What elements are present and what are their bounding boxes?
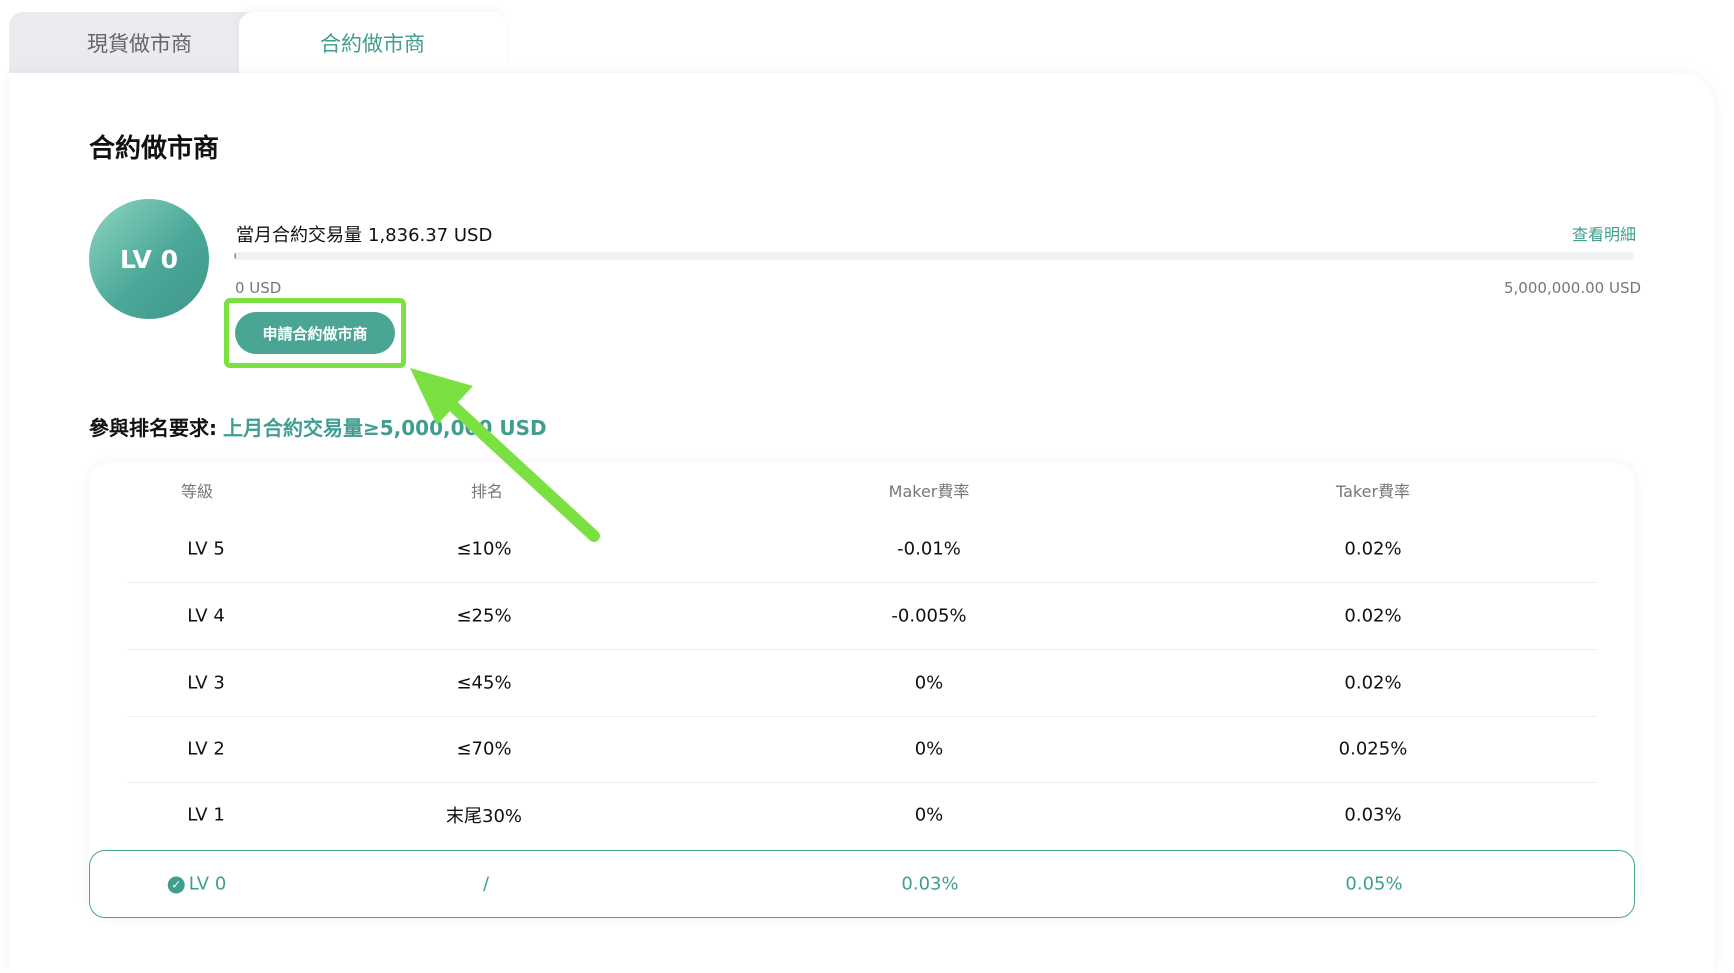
monthly-volume-label: 當月合約交易量 — [236, 225, 362, 246]
requirement-label: 參與排名要求: — [89, 416, 217, 440]
tab-contract-market-maker[interactable]: 合約做市商 — [239, 12, 506, 73]
cell-rank: ≤45% — [456, 672, 512, 694]
cell-level: LV 5 — [187, 538, 225, 560]
cell-maker: -0.01% — [897, 538, 961, 560]
volume-progress-bar — [234, 252, 1634, 260]
progress-min-label: 0 USD — [235, 279, 282, 297]
cell-maker: -0.005% — [891, 605, 967, 627]
monthly-volume-value: 1,836.37 USD — [368, 225, 493, 246]
cell-taker: 0.025% — [1338, 738, 1408, 760]
cell-level-current: ✓ LV 0 — [167, 873, 227, 895]
cell-level: LV 4 — [187, 605, 225, 627]
cell-rank: ≤70% — [456, 738, 512, 760]
cell-rank: / — [482, 873, 490, 895]
table-row: LV 1 末尾30% 0% 0.03% — [127, 782, 1597, 848]
progress-max-label: 5,000,000.00 USD — [1504, 279, 1642, 297]
cell-taker: 0.02% — [1344, 672, 1402, 694]
cell-taker: 0.02% — [1344, 605, 1402, 627]
header-maker-fee: Maker費率 — [888, 482, 970, 501]
tab-bar: 現貨做市商 合約做市商 — [9, 12, 506, 73]
header-level: 等級 — [180, 482, 214, 501]
table-row: LV 4 ≤25% -0.005% 0.02% — [127, 583, 1597, 650]
table-row: LV 5 ≤10% -0.01% 0.02% — [127, 516, 1597, 583]
current-level-label: LV 0 — [188, 873, 227, 895]
cell-level: LV 3 — [187, 672, 225, 694]
view-details-link[interactable]: 查看明細 — [1572, 221, 1636, 245]
header-taker-fee: Taker費率 — [1335, 482, 1411, 501]
cell-maker: 0% — [914, 672, 944, 694]
ranking-requirement: 參與排名要求: 上月合約交易量≥5,000,000 USD — [89, 412, 547, 441]
cell-rank: ≤25% — [456, 605, 512, 627]
page-title: 合約做市商 — [89, 134, 220, 164]
level-badge: LV 0 — [89, 199, 209, 319]
header-rank: 排名 — [470, 482, 504, 501]
cell-taker: 0.03% — [1344, 804, 1402, 826]
cell-taker: 0.02% — [1344, 538, 1402, 560]
cell-level: LV 2 — [187, 738, 225, 760]
table-row: LV 2 ≤70% 0% 0.025% — [127, 716, 1597, 783]
cell-maker: 0% — [914, 738, 944, 760]
cell-rank: 末尾30% — [445, 806, 523, 827]
cell-level: LV 1 — [187, 804, 225, 826]
check-circle-icon: ✓ — [167, 876, 185, 894]
requirement-value: 上月合約交易量≥5,000,000 USD — [223, 416, 547, 440]
current-level-row: ✓ LV 0 / 0.03% 0.05% — [89, 850, 1635, 918]
monthly-volume: 當月合約交易量 1,836.37 USD — [236, 221, 492, 247]
table-row: LV 3 ≤45% 0% 0.02% — [127, 650, 1597, 717]
highlight-box — [224, 298, 406, 368]
cell-taker: 0.05% — [1345, 873, 1403, 895]
cell-maker: 0.03% — [901, 873, 959, 895]
cell-maker: 0% — [914, 804, 944, 826]
volume-progress-fill — [234, 252, 237, 260]
cell-rank: ≤10% — [456, 538, 512, 560]
